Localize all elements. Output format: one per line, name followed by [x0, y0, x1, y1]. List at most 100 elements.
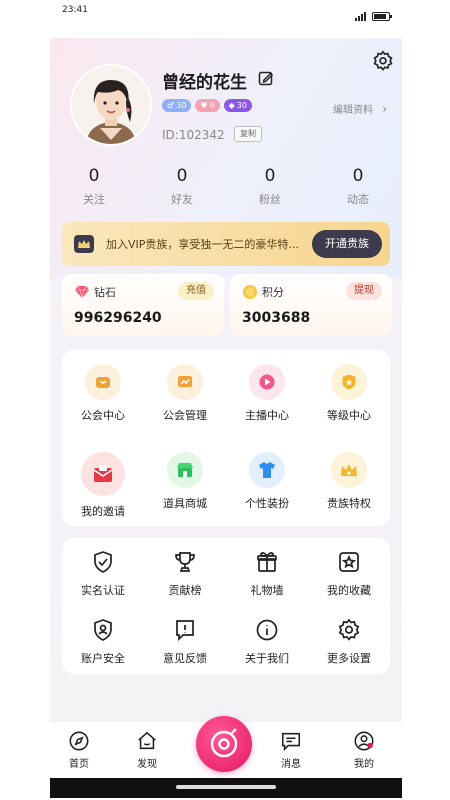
feature-gift-wall[interactable]: 礼物墙 — [226, 538, 308, 606]
feature-label: 个性装扮 — [245, 497, 289, 510]
feature-more-settings[interactable]: 更多设置 — [308, 606, 390, 674]
tab-bar: 首页 发现 消息 我的 — [50, 716, 402, 778]
stat-following[interactable]: 0 关注 — [50, 166, 138, 207]
copy-id-button[interactable]: 复制 — [234, 126, 262, 142]
edit-name-button[interactable] — [258, 70, 274, 86]
battery-icon — [372, 12, 392, 21]
edit-profile-link[interactable]: 编辑资料 › — [333, 101, 387, 116]
home-indicator — [50, 778, 402, 798]
feature-label: 公会中心 — [81, 409, 125, 422]
go-live-button[interactable] — [196, 716, 252, 772]
feature-guild-manage[interactable]: 公会管理 — [144, 350, 226, 438]
stat-fans[interactable]: 0 粉丝 — [226, 166, 314, 207]
invite-icon — [81, 452, 125, 496]
feature-outfit[interactable]: 个性装扮 — [226, 438, 308, 526]
tab-label: 首页 — [69, 759, 89, 770]
vip-banner[interactable]: 加入VIP贵族，享受独一无二的豪华特... 开通贵族 — [62, 222, 390, 266]
diamond-label: 钻石 — [94, 286, 116, 299]
feature-label: 我的邀请 — [81, 505, 125, 518]
tab-label: 我的 — [354, 759, 374, 770]
feature-label: 贵族特权 — [327, 497, 371, 510]
feature-streamer-center[interactable]: 主播中心 — [226, 350, 308, 438]
stat-posts[interactable]: 0 动态 — [314, 166, 402, 207]
chevron-right-icon: › — [382, 102, 387, 116]
withdraw-button[interactable]: 提现 — [346, 282, 382, 300]
feature-noble-privilege[interactable]: 贵族特权 — [308, 438, 390, 526]
tab-discover[interactable]: 发现 — [122, 730, 172, 770]
trophy-icon — [171, 548, 199, 576]
more-features-card: 实名认证 贡献榜 礼物墙 我的收藏 账户安全 意见反馈 关于我们 更多设置 — [62, 538, 390, 674]
live-camera-icon — [210, 728, 238, 758]
avatar[interactable] — [70, 64, 152, 146]
feature-my-favorites[interactable]: 我的收藏 — [308, 538, 390, 606]
vip-crown-icon — [74, 235, 94, 253]
edit-profile-label: 编辑资料 — [333, 105, 373, 116]
feature-contribution-rank[interactable]: 贡献榜 — [144, 538, 226, 606]
stat-friends[interactable]: 0 好友 — [138, 166, 226, 207]
diamond-value: 996296240 — [74, 310, 162, 326]
streamer-center-icon — [249, 364, 285, 400]
level-icon: ♂ — [167, 101, 175, 110]
feature-label: 贡献榜 — [168, 584, 202, 597]
feature-label: 意见反馈 — [163, 652, 207, 665]
tab-label: 消息 — [281, 759, 301, 770]
feature-about-us[interactable]: 关于我们 — [226, 606, 308, 674]
status-icons — [355, 12, 392, 21]
guild-manage-icon — [167, 364, 203, 400]
feature-level-center[interactable]: 等级中心 — [308, 350, 390, 438]
feature-label: 实名认证 — [81, 584, 125, 597]
feature-account-security[interactable]: 账户安全 — [62, 606, 144, 674]
open-vip-button[interactable]: 开通贵族 — [312, 230, 382, 258]
feature-item-store[interactable]: 道具商城 — [144, 438, 226, 526]
settings-button[interactable] — [372, 50, 394, 72]
feature-label: 关于我们 — [245, 652, 289, 665]
status-bar: 23:41 — [0, 0, 450, 26]
profile-screen: 曾经的花生 ♂ 30 ♥ 9 ◆ 30 ID:102342 复制 编辑资料 › … — [50, 38, 402, 798]
stat-value: 0 — [176, 166, 188, 186]
main-features-card: 公会中心 公会管理 主播中心 等级中心 我的邀请 道具商城 个性装扮 贵族特权 — [62, 350, 390, 526]
level-center-icon — [331, 364, 367, 400]
compass-icon — [69, 731, 89, 751]
feature-real-name-auth[interactable]: 实名认证 — [62, 538, 144, 606]
guild-center-icon — [85, 364, 121, 400]
settings-gear-icon — [373, 50, 393, 71]
discover-icon — [138, 731, 156, 750]
level-badges: ♂ 30 ♥ 9 ◆ 30 — [162, 99, 252, 112]
points-wallet[interactable]: 积分 提现 3003688 — [230, 274, 392, 336]
tab-label: 发现 — [137, 759, 157, 770]
stats-row: 0 关注 0 好友 0 粉丝 0 动态 — [50, 166, 402, 207]
feature-my-invite[interactable]: 我的邀请 — [62, 438, 144, 526]
stat-label: 好友 — [171, 193, 193, 206]
feature-label: 主播中心 — [245, 409, 289, 422]
stat-value: 0 — [264, 166, 276, 186]
user-id: ID:102342 — [162, 128, 225, 142]
shield-check-icon — [89, 548, 117, 576]
gem-level-icon: ◆ — [228, 101, 235, 110]
outfit-icon — [249, 452, 285, 488]
stat-label: 粉丝 — [259, 193, 281, 206]
info-icon — [253, 616, 281, 644]
crown-icon — [331, 452, 367, 488]
diamond-wallet[interactable]: 钻石 充值 996296240 — [62, 274, 224, 336]
feature-label: 等级中心 — [327, 409, 371, 422]
feature-label: 道具商城 — [163, 497, 207, 510]
feature-feedback[interactable]: 意见反馈 — [144, 606, 226, 674]
feature-guild-center[interactable]: 公会中心 — [62, 350, 144, 438]
feedback-icon — [171, 616, 199, 644]
tab-messages[interactable]: 消息 — [266, 730, 316, 770]
recharge-button[interactable]: 充值 — [178, 282, 214, 300]
message-icon — [281, 732, 301, 752]
tab-mine[interactable]: 我的 — [339, 730, 389, 770]
account-security-icon — [89, 616, 117, 644]
points-label: 积分 — [262, 286, 284, 299]
stat-label: 动态 — [347, 193, 369, 206]
vip-banner-text: 加入VIP贵族，享受独一无二的豪华特... — [106, 238, 299, 251]
points-value: 3003688 — [242, 310, 311, 326]
tab-home[interactable]: 首页 — [54, 730, 104, 770]
store-icon — [167, 452, 203, 488]
feature-label: 账户安全 — [81, 652, 125, 665]
wealth-badge: ◆ 30 — [223, 99, 252, 112]
feature-label: 礼物墙 — [250, 584, 284, 597]
gift-icon — [253, 548, 281, 576]
charm-badge: ♥ 9 — [195, 99, 220, 112]
